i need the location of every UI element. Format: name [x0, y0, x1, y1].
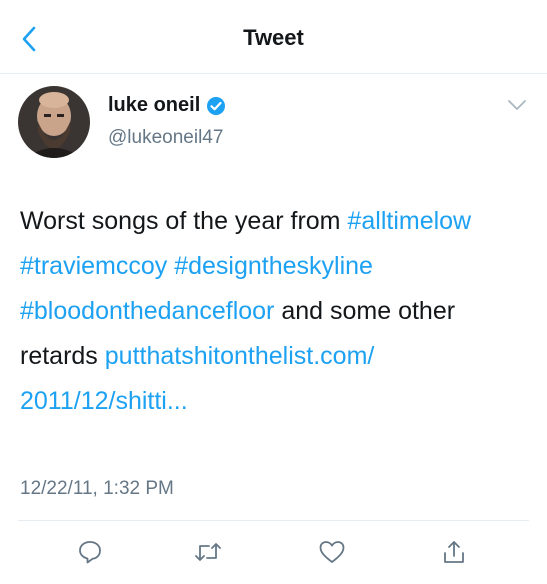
hashtag-link[interactable]: #alltimelow: [347, 207, 471, 235]
avatar[interactable]: [18, 86, 90, 158]
author-handle[interactable]: @lukeoneil47: [108, 127, 223, 149]
avatar-image: [18, 86, 90, 158]
retweet-icon: [195, 543, 221, 561]
author-name-row[interactable]: luke oneil: [108, 94, 226, 117]
tweet-text: Worst songs of the year from #alltimelow…: [20, 199, 530, 424]
reply-icon: [79, 541, 101, 564]
navigation-bar: Tweet: [0, 0, 547, 74]
page-title: Tweet: [243, 25, 304, 50]
chevron-down-icon: [508, 100, 526, 110]
share-icon: [444, 541, 464, 563]
like-button[interactable]: [314, 534, 350, 570]
tweet-actions-bar: [0, 534, 547, 574]
reply-button[interactable]: [72, 534, 108, 570]
verified-badge-icon: [206, 96, 226, 116]
hashtag-link[interactable]: #traviemccoy: [20, 252, 167, 280]
heart-icon: [319, 541, 345, 563]
retweet-button[interactable]: [190, 534, 226, 570]
tweet-timestamp: 12/22/11, 1:32 PM: [20, 478, 174, 499]
hashtag-link[interactable]: #designtheskyline: [174, 252, 373, 280]
share-button[interactable]: [436, 534, 472, 570]
hashtag-link[interactable]: #bloodonthedancefloor: [20, 297, 274, 325]
author-display-name[interactable]: luke oneil: [108, 94, 200, 117]
tweet-menu-button[interactable]: [507, 98, 527, 116]
divider: [18, 520, 529, 521]
tweet-text-segment: Worst songs of the year from: [20, 207, 348, 235]
